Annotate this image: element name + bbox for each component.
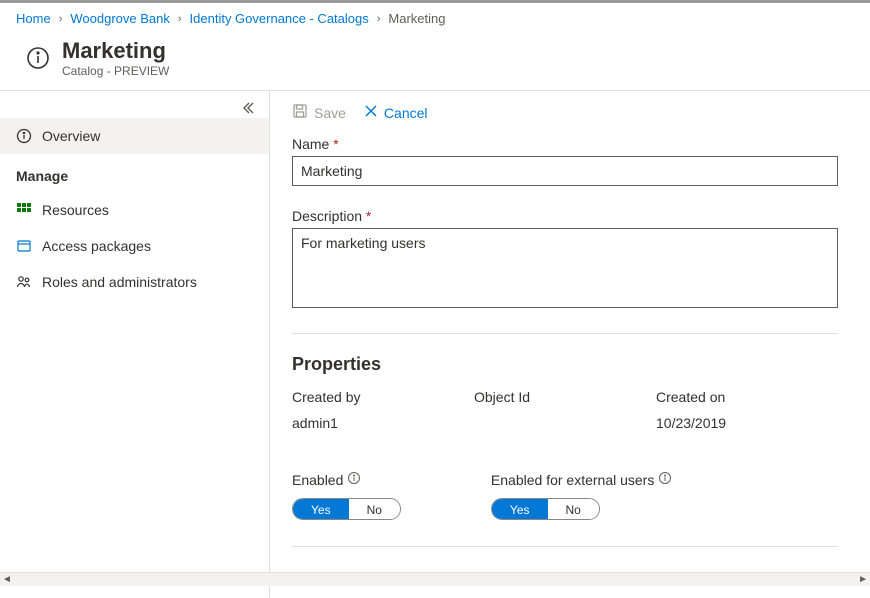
sidebar-item-label: Resources <box>42 202 109 218</box>
toolbar: Save Cancel <box>292 91 848 136</box>
page-subtitle: Catalog - PREVIEW <box>62 64 169 78</box>
info-icon <box>16 128 32 144</box>
external-toggle[interactable]: Yes No <box>491 498 600 520</box>
external-label: Enabled for external users <box>491 472 654 488</box>
sidebar-item-label: Roles and administrators <box>42 274 197 290</box>
description-label: Description * <box>292 208 848 224</box>
properties-grid: Created by Object Id Created on admin1 1… <box>292 389 838 431</box>
cancel-label: Cancel <box>384 105 428 121</box>
external-yes[interactable]: Yes <box>492 499 548 519</box>
enabled-label: Enabled <box>292 472 343 488</box>
description-input[interactable] <box>292 228 838 308</box>
chevron-right-icon: › <box>178 13 182 25</box>
collapse-sidebar-button[interactable] <box>0 97 269 118</box>
sidebar-item-access-packages[interactable]: Access packages <box>0 228 269 264</box>
sidebar: Overview Manage Resources Access package… <box>0 91 270 598</box>
sidebar-item-label: Overview <box>42 128 100 144</box>
breadcrumb-current: Marketing <box>388 11 445 26</box>
external-no[interactable]: No <box>548 499 599 519</box>
created-on-label: Created on <box>656 389 838 405</box>
save-label: Save <box>314 105 346 121</box>
horizontal-scrollbar[interactable]: ◄ ► <box>0 572 870 586</box>
people-icon <box>16 274 32 290</box>
breadcrumb: Home › Woodgrove Bank › Identity Governa… <box>0 3 870 34</box>
cancel-button[interactable]: Cancel <box>364 104 428 121</box>
object-id-label: Object Id <box>474 389 656 405</box>
scroll-right-icon[interactable]: ► <box>858 574 868 585</box>
sidebar-item-overview[interactable]: Overview <box>0 118 269 154</box>
enabled-yes[interactable]: Yes <box>293 499 349 519</box>
name-input[interactable] <box>292 156 838 186</box>
name-label: Name * <box>292 136 848 152</box>
chevron-right-icon: › <box>59 13 63 25</box>
enabled-toggle-group: Enabled Yes No <box>292 471 401 520</box>
created-on-value: 10/23/2019 <box>656 415 838 431</box>
enabled-toggle[interactable]: Yes No <box>292 498 401 520</box>
created-by-label: Created by <box>292 389 474 405</box>
info-icon <box>26 46 50 70</box>
external-toggle-group: Enabled for external users Yes No <box>491 471 672 520</box>
content-pane: Save Cancel Name * Description * Propert… <box>270 91 870 598</box>
divider <box>292 333 838 334</box>
enabled-no[interactable]: No <box>349 499 400 519</box>
page-title: Marketing <box>62 38 169 64</box>
sidebar-item-roles[interactable]: Roles and administrators <box>0 264 269 300</box>
grid-icon <box>16 202 32 218</box>
sidebar-item-resources[interactable]: Resources <box>0 192 269 228</box>
breadcrumb-link-home[interactable]: Home <box>16 11 51 26</box>
sidebar-section-manage: Manage <box>0 154 269 192</box>
package-icon <box>16 238 32 254</box>
sidebar-item-label: Access packages <box>42 238 151 254</box>
chevron-right-icon: › <box>377 13 381 25</box>
properties-heading: Properties <box>292 354 848 375</box>
created-by-value: admin1 <box>292 415 474 431</box>
breadcrumb-link-catalogs[interactable]: Identity Governance - Catalogs <box>190 11 369 26</box>
info-icon[interactable] <box>658 471 672 488</box>
close-icon <box>364 104 378 121</box>
breadcrumb-link-org[interactable]: Woodgrove Bank <box>70 11 170 26</box>
divider <box>292 546 838 547</box>
info-icon[interactable] <box>347 471 361 488</box>
save-icon <box>292 103 308 122</box>
scroll-left-icon[interactable]: ◄ <box>2 574 12 585</box>
object-id-value <box>474 415 656 431</box>
save-button[interactable]: Save <box>292 103 346 122</box>
page-header: Marketing Catalog - PREVIEW <box>0 34 870 91</box>
